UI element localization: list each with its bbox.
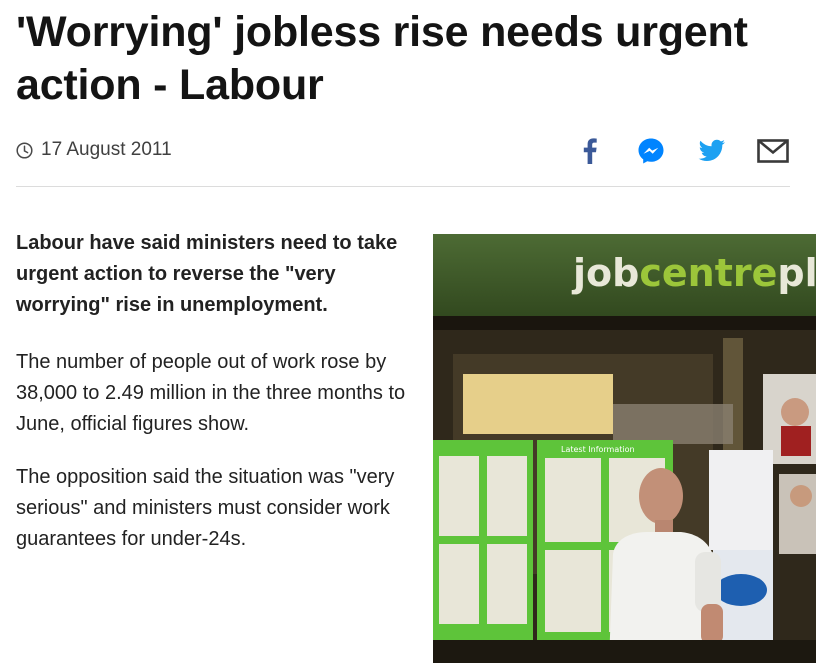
article-paragraph: The number of people out of work rose by…	[16, 351, 406, 435]
messenger-icon	[638, 138, 664, 164]
sign-text-job: job	[571, 251, 639, 295]
header-divider	[16, 186, 790, 187]
share-tools	[546, 134, 790, 168]
notice-board-left	[433, 440, 533, 640]
share-twitter-button[interactable]	[695, 134, 729, 168]
svg-text:jobcentreplu: jobcentreplu	[571, 251, 816, 295]
sign-text-centre: centre	[639, 251, 777, 295]
sign-text-plus: plu	[777, 251, 816, 295]
article-meta: 17 August 2011	[16, 134, 790, 168]
article-intro: Labour have said ministers need to take …	[16, 232, 398, 316]
facebook-icon	[583, 138, 597, 164]
share-messenger-button[interactable]	[634, 134, 668, 168]
article-body: Labour have said ministers need to take …	[16, 228, 406, 577]
article-date: 17 August 2011	[41, 139, 172, 160]
article-photo: jobcentreplu Latest Inform	[433, 234, 816, 663]
clock-icon	[16, 141, 33, 159]
article-date-wrap: 17 August 2011	[16, 139, 172, 161]
article-page: 'Worrying' jobless rise needs urgent act…	[0, 0, 816, 663]
share-facebook-button[interactable]	[573, 134, 607, 168]
board-label: Latest Information	[561, 445, 635, 454]
twitter-icon	[698, 139, 725, 161]
email-icon	[757, 139, 789, 163]
article-headline: 'Worrying' jobless rise needs urgent act…	[16, 8, 748, 109]
article-paragraph: The opposition said the situation was "v…	[16, 466, 395, 550]
share-email-button[interactable]	[756, 134, 790, 168]
